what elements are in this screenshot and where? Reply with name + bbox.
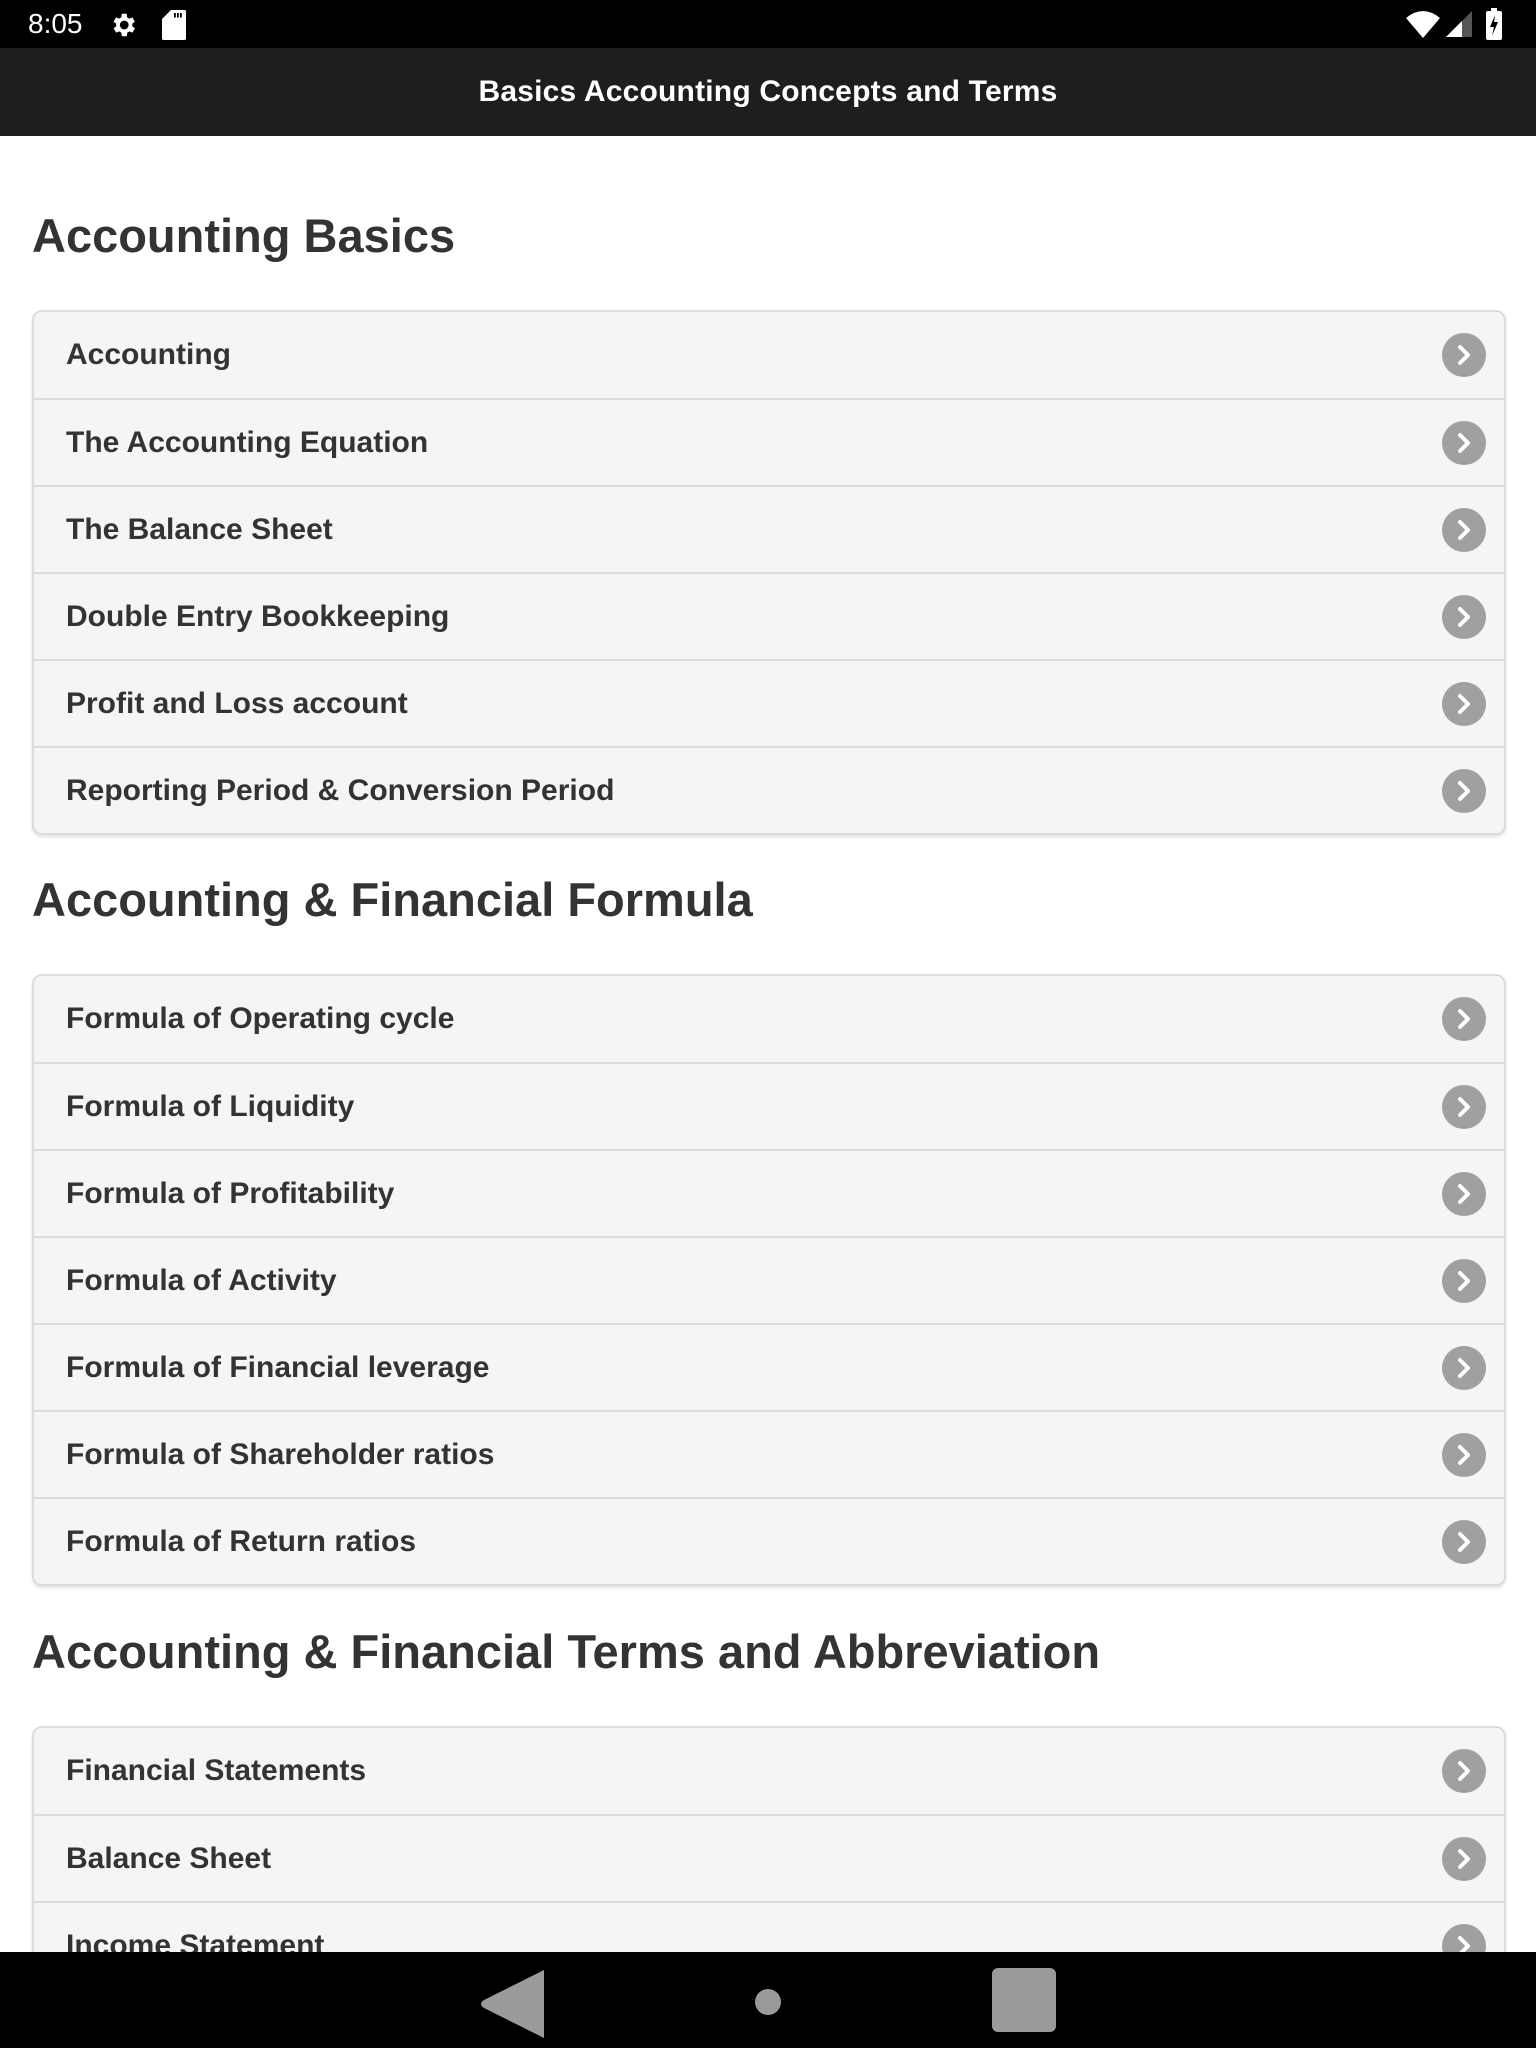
list-item[interactable]: Balance Sheet: [34, 1814, 1504, 1901]
list-item-label: Formula of Profitability: [66, 1176, 395, 1210]
section-title-accounting-basics: Accounting Basics: [32, 209, 456, 262]
list-item-label: Profit and Loss account: [66, 686, 408, 720]
chevron-right-icon: [1442, 1519, 1486, 1564]
list-item-label: Formula of Financial leverage: [66, 1350, 490, 1384]
list-item-label: Formula of Liquidity: [66, 1089, 355, 1123]
list-item-label: Balance Sheet: [66, 1841, 272, 1875]
list-item[interactable]: Formula of Liquidity: [34, 1062, 1504, 1149]
battery-charging-icon: [1486, 8, 1502, 45]
section-title-terms-abbreviation: Accounting & Financial Terms and Abbrevi…: [32, 1625, 1101, 1678]
list-item[interactable]: Accounting: [34, 312, 1504, 398]
list-item-label: Accounting: [66, 338, 231, 371]
chevron-right-icon: [1442, 594, 1486, 639]
list-item[interactable]: Formula of Shareholder ratios: [34, 1410, 1504, 1497]
section-title-financial-formula: Accounting & Financial Formula: [32, 873, 753, 926]
list-item-label: Formula of Operating cycle: [66, 1002, 455, 1035]
list-item-label: Formula of Shareholder ratios: [66, 1437, 495, 1471]
cell-signal-icon: [1446, 11, 1472, 42]
app-title: Basics Accounting Concepts and Terms: [478, 75, 1058, 108]
chevron-right-icon: [1442, 1258, 1486, 1303]
recents-button[interactable]: [990, 1966, 1058, 2039]
home-button[interactable]: [754, 1988, 782, 2021]
chevron-right-icon: [1442, 681, 1486, 726]
list-item-label: Formula of Activity: [66, 1263, 337, 1297]
status-time: 8:05: [28, 8, 83, 39]
list-item-label: Double Entry Bookkeeping: [66, 599, 450, 633]
list-item[interactable]: Formula of Return ratios: [34, 1497, 1504, 1584]
chevron-right-icon: [1442, 1749, 1486, 1793]
chevron-right-icon: [1442, 1836, 1486, 1881]
navigation-bar: [0, 1952, 1536, 2048]
chevron-right-icon: [1442, 1923, 1486, 1952]
list-item[interactable]: Formula of Profitability: [34, 1149, 1504, 1236]
list-item-label: Reporting Period & Conversion Period: [66, 773, 615, 807]
list-accounting-basics: Accounting The Accounting Equation The B…: [32, 310, 1506, 835]
list-item-label: The Accounting Equation: [66, 425, 429, 459]
chevron-right-icon: [1442, 1345, 1486, 1390]
list-item[interactable]: Financial Statements: [34, 1728, 1504, 1814]
list-item-label: The Balance Sheet: [66, 512, 333, 546]
list-item[interactable]: Profit and Loss account: [34, 659, 1504, 746]
chevron-right-icon: [1442, 768, 1486, 813]
wifi-icon: [1406, 10, 1440, 43]
back-button[interactable]: [478, 1968, 546, 2045]
chevron-right-icon: [1442, 997, 1486, 1041]
list-item[interactable]: The Balance Sheet: [34, 485, 1504, 572]
back-triangle-icon: [481, 1970, 544, 2038]
list-item[interactable]: Formula of Operating cycle: [34, 976, 1504, 1062]
recents-square-icon: [992, 1968, 1056, 2032]
settings-icon: [108, 10, 138, 45]
list-item-label: Formula of Return ratios: [66, 1524, 417, 1558]
content-scroll-area[interactable]: Accounting Basics Accounting The Account…: [0, 136, 1536, 1952]
list-item[interactable]: Income Statement: [34, 1901, 1504, 1952]
chevron-right-icon: [1442, 420, 1486, 465]
chevron-right-icon: [1442, 1084, 1486, 1129]
chevron-right-icon: [1442, 333, 1486, 377]
list-item[interactable]: Formula of Activity: [34, 1236, 1504, 1323]
list-terms-abbreviation: Financial Statements Balance Sheet Incom…: [32, 1726, 1506, 1952]
chevron-right-icon: [1442, 507, 1486, 552]
home-circle-icon: [755, 1989, 781, 2015]
list-item[interactable]: Double Entry Bookkeeping: [34, 572, 1504, 659]
chevron-right-icon: [1442, 1171, 1486, 1216]
sd-card-icon: [162, 10, 186, 45]
list-item[interactable]: Reporting Period & Conversion Period: [34, 746, 1504, 833]
list-financial-formula: Formula of Operating cycle Formula of Li…: [32, 974, 1506, 1586]
status-bar: 8:05: [0, 0, 1536, 48]
list-item[interactable]: The Accounting Equation: [34, 398, 1504, 485]
app-bar: Basics Accounting Concepts and Terms: [0, 48, 1536, 136]
list-item-label: Financial Statements: [66, 1754, 367, 1787]
list-item[interactable]: Formula of Financial leverage: [34, 1323, 1504, 1410]
list-item-label: Income Statement: [66, 1928, 325, 1953]
chevron-right-icon: [1442, 1432, 1486, 1477]
